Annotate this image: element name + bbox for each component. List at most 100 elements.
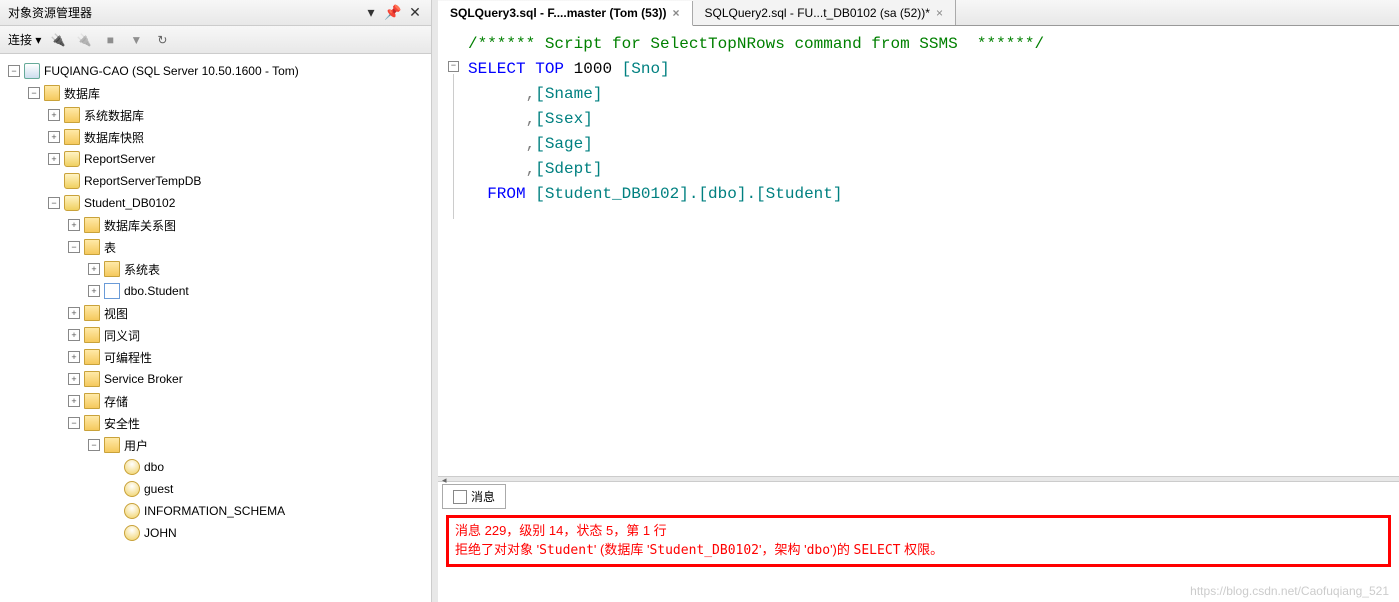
result-body[interactable]: 消息 229，级别 14，状态 5，第 1 行 拒绝了对对象 'Student'… [438,511,1399,602]
node-label: 可编程性 [104,349,152,366]
expand-icon[interactable]: + [68,351,80,363]
error-detail: 拒绝了对对象 'Student' (数据库 'Student_DB0102'，架… [455,539,1382,558]
database-icon [64,195,80,211]
user-icon [124,503,140,519]
messages-tab[interactable]: 消息 [442,484,506,509]
studentdb-node[interactable]: −Student_DB0102 [0,192,431,214]
views-node[interactable]: +视图 [0,302,431,324]
database-icon [64,173,80,189]
connect-icon[interactable]: 🔌 [49,31,67,49]
sys-tables-node[interactable]: + 系统表 [0,258,431,280]
connect-button[interactable]: 连接 ▾ [8,31,41,48]
folder-icon [44,85,60,101]
user-icon [124,525,140,541]
panel-header: 对象资源管理器 ▾ 📌 ✕ [0,0,431,26]
tab-close-icon[interactable]: × [673,6,680,20]
folder-icon [104,437,120,453]
collapse-icon[interactable]: − [68,241,80,253]
node-label: 存储 [104,393,128,410]
filter-icon[interactable]: ▼ [127,31,145,49]
object-tree[interactable]: −FUQIANG-CAO (SQL Server 10.50.1600 - To… [0,54,431,602]
pin-icon[interactable]: 📌 [385,5,401,21]
disconnect-icon[interactable]: 🔌 [75,31,93,49]
node-label: 同义词 [104,327,140,344]
collapse-icon[interactable]: − [48,197,60,209]
user-dbo-node[interactable]: dbo [0,456,431,478]
tab-label: SQLQuery2.sql - FU...t_DB0102 (sa (52))* [705,6,930,20]
expand-icon[interactable]: + [68,395,80,407]
result-tabs: 消息 [438,482,1399,511]
collapse-icon[interactable]: − [8,65,20,77]
synonyms-node[interactable]: + 同义词 [0,324,431,346]
folder-icon [84,371,100,387]
fold-icon[interactable]: − [448,61,459,72]
code-comment: /****** Script for SelectTopNRows comman… [468,35,1044,53]
folder-icon [84,239,100,255]
tab-close-icon[interactable]: × [936,6,943,20]
folder-icon [84,327,100,343]
db-snapshots-node[interactable]: + 数据库快照 [0,126,431,148]
expand-icon[interactable]: + [88,263,100,275]
folder-icon [84,393,100,409]
node-label: 安全性 [104,415,140,432]
node-label: Service Broker [104,372,183,386]
users-node[interactable]: −用户 [0,434,431,456]
refresh-icon[interactable]: ↻ [153,31,171,49]
databases-node[interactable]: − 数据库 [0,82,431,104]
programmability-node[interactable]: + 可编程性 [0,346,431,368]
user-icon [124,481,140,497]
expand-icon[interactable]: + [68,373,80,385]
sql-editor[interactable]: − /****** Script for SelectTopNRows comm… [438,26,1399,476]
tab-sqlquery3[interactable]: SQLQuery3.sql - F....master (Tom (53))× [438,1,693,26]
db-diagrams-node[interactable]: +数据库关系图 [0,214,431,236]
node-label: 数据库 [64,85,100,102]
reportservertempdb-node[interactable]: ReportServerTempDB [0,170,431,192]
reportserver-node[interactable]: +ReportServer [0,148,431,170]
tables-node[interactable]: −表 [0,236,431,258]
tab-label: 消息 [471,488,495,505]
folder-icon [84,349,100,365]
service-broker-node[interactable]: + Service Broker [0,368,431,390]
node-label: 系统表 [124,261,160,278]
dropdown-icon[interactable]: ▾ [363,5,379,21]
user-guest-node[interactable]: guest [0,478,431,500]
folder-icon [84,305,100,321]
expand-icon[interactable]: + [68,219,80,231]
security-node[interactable]: − 安全性 [0,412,431,434]
storage-node[interactable]: + 存储 [0,390,431,412]
close-icon[interactable]: ✕ [407,5,423,21]
code-table: [Student_DB0102].[dbo].[Student] [535,185,842,203]
tab-sqlquery2[interactable]: SQLQuery2.sql - FU...t_DB0102 (sa (52))*… [693,0,956,25]
collapse-icon[interactable]: − [28,87,40,99]
collapse-icon[interactable]: − [68,417,80,429]
error-message-box: 消息 229，级别 14，状态 5，第 1 行 拒绝了对对象 'Student'… [446,515,1391,567]
node-label: ReportServerTempDB [84,174,201,188]
stop-icon[interactable]: ■ [101,31,119,49]
server-node[interactable]: −FUQIANG-CAO (SQL Server 10.50.1600 - To… [0,60,431,82]
user-john-node[interactable]: JOHN [0,522,431,544]
horizontal-splitter[interactable]: ◂ [438,476,1399,482]
database-icon [64,151,80,167]
node-label: dbo.Student [124,284,189,298]
node-label: JOHN [144,526,177,540]
splitter-arrow-icon: ◂ [442,475,447,486]
expand-icon[interactable]: + [68,307,80,319]
user-infoschema-node[interactable]: INFORMATION_SCHEMA [0,500,431,522]
dbo-student-node[interactable]: + dbo.Student [0,280,431,302]
code-keyword: SELECT [468,60,526,78]
collapse-icon[interactable]: − [88,439,100,451]
node-label: 表 [104,239,116,256]
folder-icon [104,261,120,277]
expand-icon[interactable]: + [68,329,80,341]
code-number: 1000 [574,60,612,78]
expand-icon[interactable]: + [48,153,60,165]
sys-databases-node[interactable]: +系统数据库 [0,104,431,126]
node-label: 数据库快照 [84,129,144,146]
toolbar: 连接 ▾ 🔌 🔌 ■ ▼ ↻ [0,26,431,54]
expand-icon[interactable]: + [48,109,60,121]
expand-icon[interactable]: + [88,285,100,297]
expand-icon[interactable]: + [48,131,60,143]
user-icon [124,459,140,475]
fold-line [453,74,454,219]
folder-icon [84,415,100,431]
